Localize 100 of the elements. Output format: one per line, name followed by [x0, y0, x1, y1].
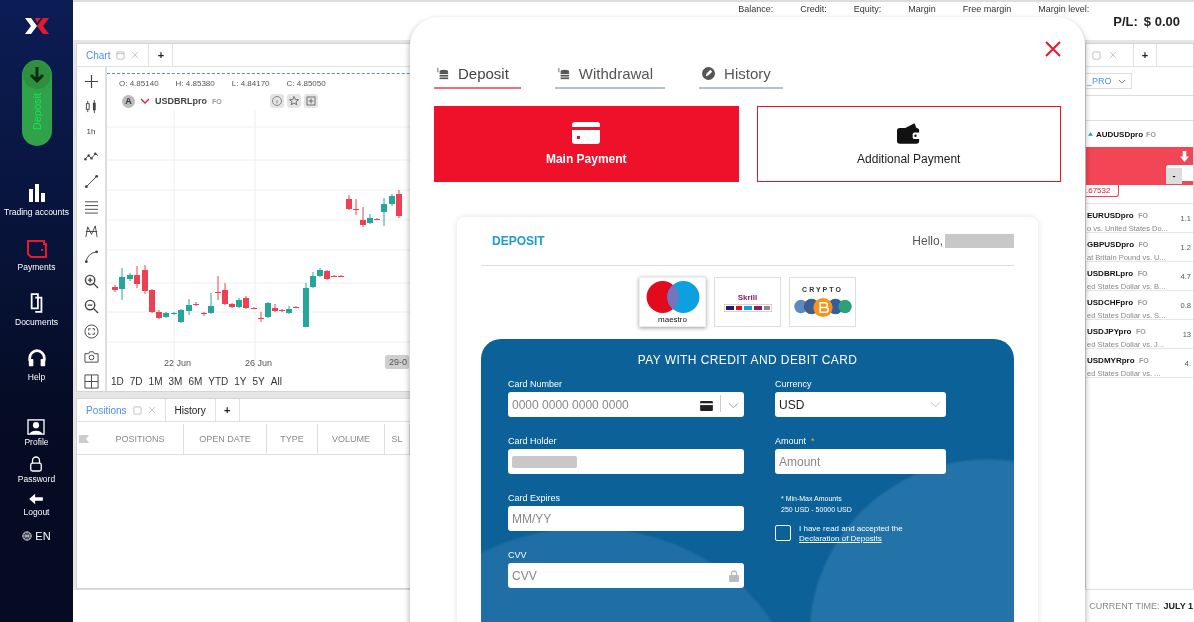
account-stat-label: Equity: — [853, 4, 882, 14]
chevron-down-icon — [1117, 78, 1126, 84]
agreement-text: I have read and accepted the — [799, 524, 903, 533]
range-button[interactable]: 3M — [168, 375, 183, 387]
card-holder-field[interactable] — [508, 449, 744, 474]
zoom-in-icon[interactable] — [83, 274, 99, 289]
account-stat-label: Margin level: — [1038, 4, 1090, 14]
document-icon — [28, 293, 45, 313]
column-header: VOLUME — [318, 424, 385, 455]
declaration-link[interactable]: Declaration of Deposits — [799, 534, 903, 543]
bar-chart-icon — [26, 183, 47, 203]
fit-icon[interactable] — [83, 324, 99, 339]
redacted-name — [945, 234, 1014, 248]
minus-button[interactable]: - — [1166, 168, 1182, 184]
popout-icon — [116, 50, 126, 60]
current-time-label: CURRENT TIME: — [1089, 601, 1160, 611]
zoom-out-icon[interactable] — [83, 299, 99, 314]
agreement-checkbox[interactable] — [775, 525, 791, 541]
add-tab-button[interactable]: + — [215, 399, 240, 422]
language-selector[interactable]: EN — [22, 530, 51, 542]
chevron-down-icon[interactable] — [140, 98, 150, 104]
add-icon[interactable] — [303, 94, 318, 108]
range-button[interactable]: 1Y — [234, 375, 247, 387]
payment-type-button[interactable]: Additional Payment — [756, 106, 1061, 182]
payment-method[interactable]: Skrill — [714, 277, 781, 327]
modal-tab[interactable]: History — [699, 65, 783, 89]
range-button[interactable]: 6M — [188, 375, 203, 387]
pencil-icon — [702, 67, 716, 80]
headset-icon — [26, 348, 47, 368]
axis-label: 22 Jun — [164, 358, 192, 368]
panel-tab[interactable]: Positions — [77, 399, 166, 422]
add-tab-button[interactable]: + — [149, 44, 174, 66]
card-number-field[interactable]: 0000 0000 0000 0000 — [508, 392, 744, 417]
range-button[interactable]: All — [270, 375, 282, 387]
ohlc-value: O: 4.85140 — [119, 78, 159, 88]
greeting: Hello, — [912, 234, 943, 248]
info-icon[interactable] — [269, 94, 284, 108]
curve-icon[interactable] — [83, 249, 99, 264]
wallet-icon — [25, 238, 48, 258]
camera-icon[interactable] — [83, 349, 99, 364]
card-brands-strip-icon — [723, 303, 772, 312]
logo-icon — [22, 16, 51, 36]
flag-icon — [79, 435, 89, 444]
range-button[interactable]: 1M — [148, 375, 163, 387]
quantity-field[interactable]: - — [1166, 165, 1193, 181]
axis-label: 26 Jun — [245, 358, 273, 368]
panel-tab[interactable]: Chart — [77, 44, 150, 66]
account-select[interactable]: _PRO — [1086, 73, 1132, 89]
chart-symbol: USDBRLpro — [155, 96, 207, 106]
range-button[interactable]: YTD — [208, 375, 229, 387]
amount-field[interactable]: Amount — [775, 449, 946, 474]
instrument-symbol: EURUSDpro — [1087, 210, 1134, 220]
column-header: OPEN DATE — [184, 424, 267, 455]
add-tab-button[interactable]: + — [1133, 44, 1157, 66]
close-icon — [147, 406, 156, 415]
grid-layout-icon[interactable] — [83, 374, 99, 389]
candlestick-icon[interactable] — [83, 99, 99, 114]
sidebar-item[interactable]: Password — [17, 456, 56, 484]
redacted-name — [512, 455, 577, 468]
card-expires-field[interactable]: MM/YY — [508, 506, 744, 531]
cvv-field[interactable]: CVV — [508, 563, 744, 588]
sidebar-item[interactable]: Documents — [0, 293, 73, 327]
payment-type-button[interactable]: Main Payment — [434, 106, 739, 182]
column-header: POSITIONS — [97, 424, 184, 455]
range-button[interactable]: 5Y — [252, 375, 265, 387]
symbol-badge: A — [122, 94, 135, 108]
sidebar-item[interactable]: Help — [0, 348, 73, 382]
trend-line-icon[interactable] — [83, 174, 99, 189]
price-value: .67532 — [1086, 185, 1120, 197]
sell-bar[interactable]: - — [1086, 147, 1193, 185]
sidebar-item[interactable]: Profile — [24, 419, 49, 447]
horizontal-lines-icon[interactable] — [83, 199, 99, 214]
ohlc-value: H: 4.85380 — [175, 78, 215, 88]
range-button[interactable]: 1D — [111, 375, 124, 387]
popout-icon — [132, 405, 142, 415]
field-label: CVV — [508, 550, 528, 562]
pattern-icon[interactable] — [83, 224, 99, 239]
globe-icon — [22, 531, 33, 541]
sidebar-item[interactable]: Trading accounts — [0, 183, 73, 217]
credit-card-icon — [572, 122, 601, 144]
modal-tab[interactable]: Deposit — [434, 65, 521, 89]
payment-method[interactable]: maestro — [639, 277, 706, 327]
modal-tab[interactable]: Withdrawal — [554, 65, 666, 89]
instrument-symbol: USDMYRpro — [1087, 355, 1135, 365]
star-icon[interactable] — [286, 94, 301, 108]
close-icon[interactable] — [1045, 41, 1061, 57]
field-label: Currency — [775, 379, 813, 391]
form-title: PAY WITH CREDIT AND DEBIT CARD — [636, 353, 859, 367]
instrument-symbol: AUDUSDpro — [1096, 129, 1144, 139]
sidebar-item[interactable]: Logout — [23, 493, 50, 517]
timeframe-button[interactable]: 1h — [86, 124, 96, 139]
coins-cluster-icon — [792, 295, 853, 318]
panel-tab[interactable]: History — [165, 399, 216, 422]
range-button[interactable]: 7D — [129, 375, 143, 387]
currency-select[interactable]: USD — [775, 392, 946, 417]
crosshair-icon[interactable] — [83, 74, 99, 89]
sidebar-item[interactable]: Payments — [0, 238, 73, 272]
credit-card-icon — [700, 400, 713, 411]
card-title: DEPOSIT — [491, 234, 546, 248]
current-time-value: JULY 1 — [1163, 601, 1193, 611]
